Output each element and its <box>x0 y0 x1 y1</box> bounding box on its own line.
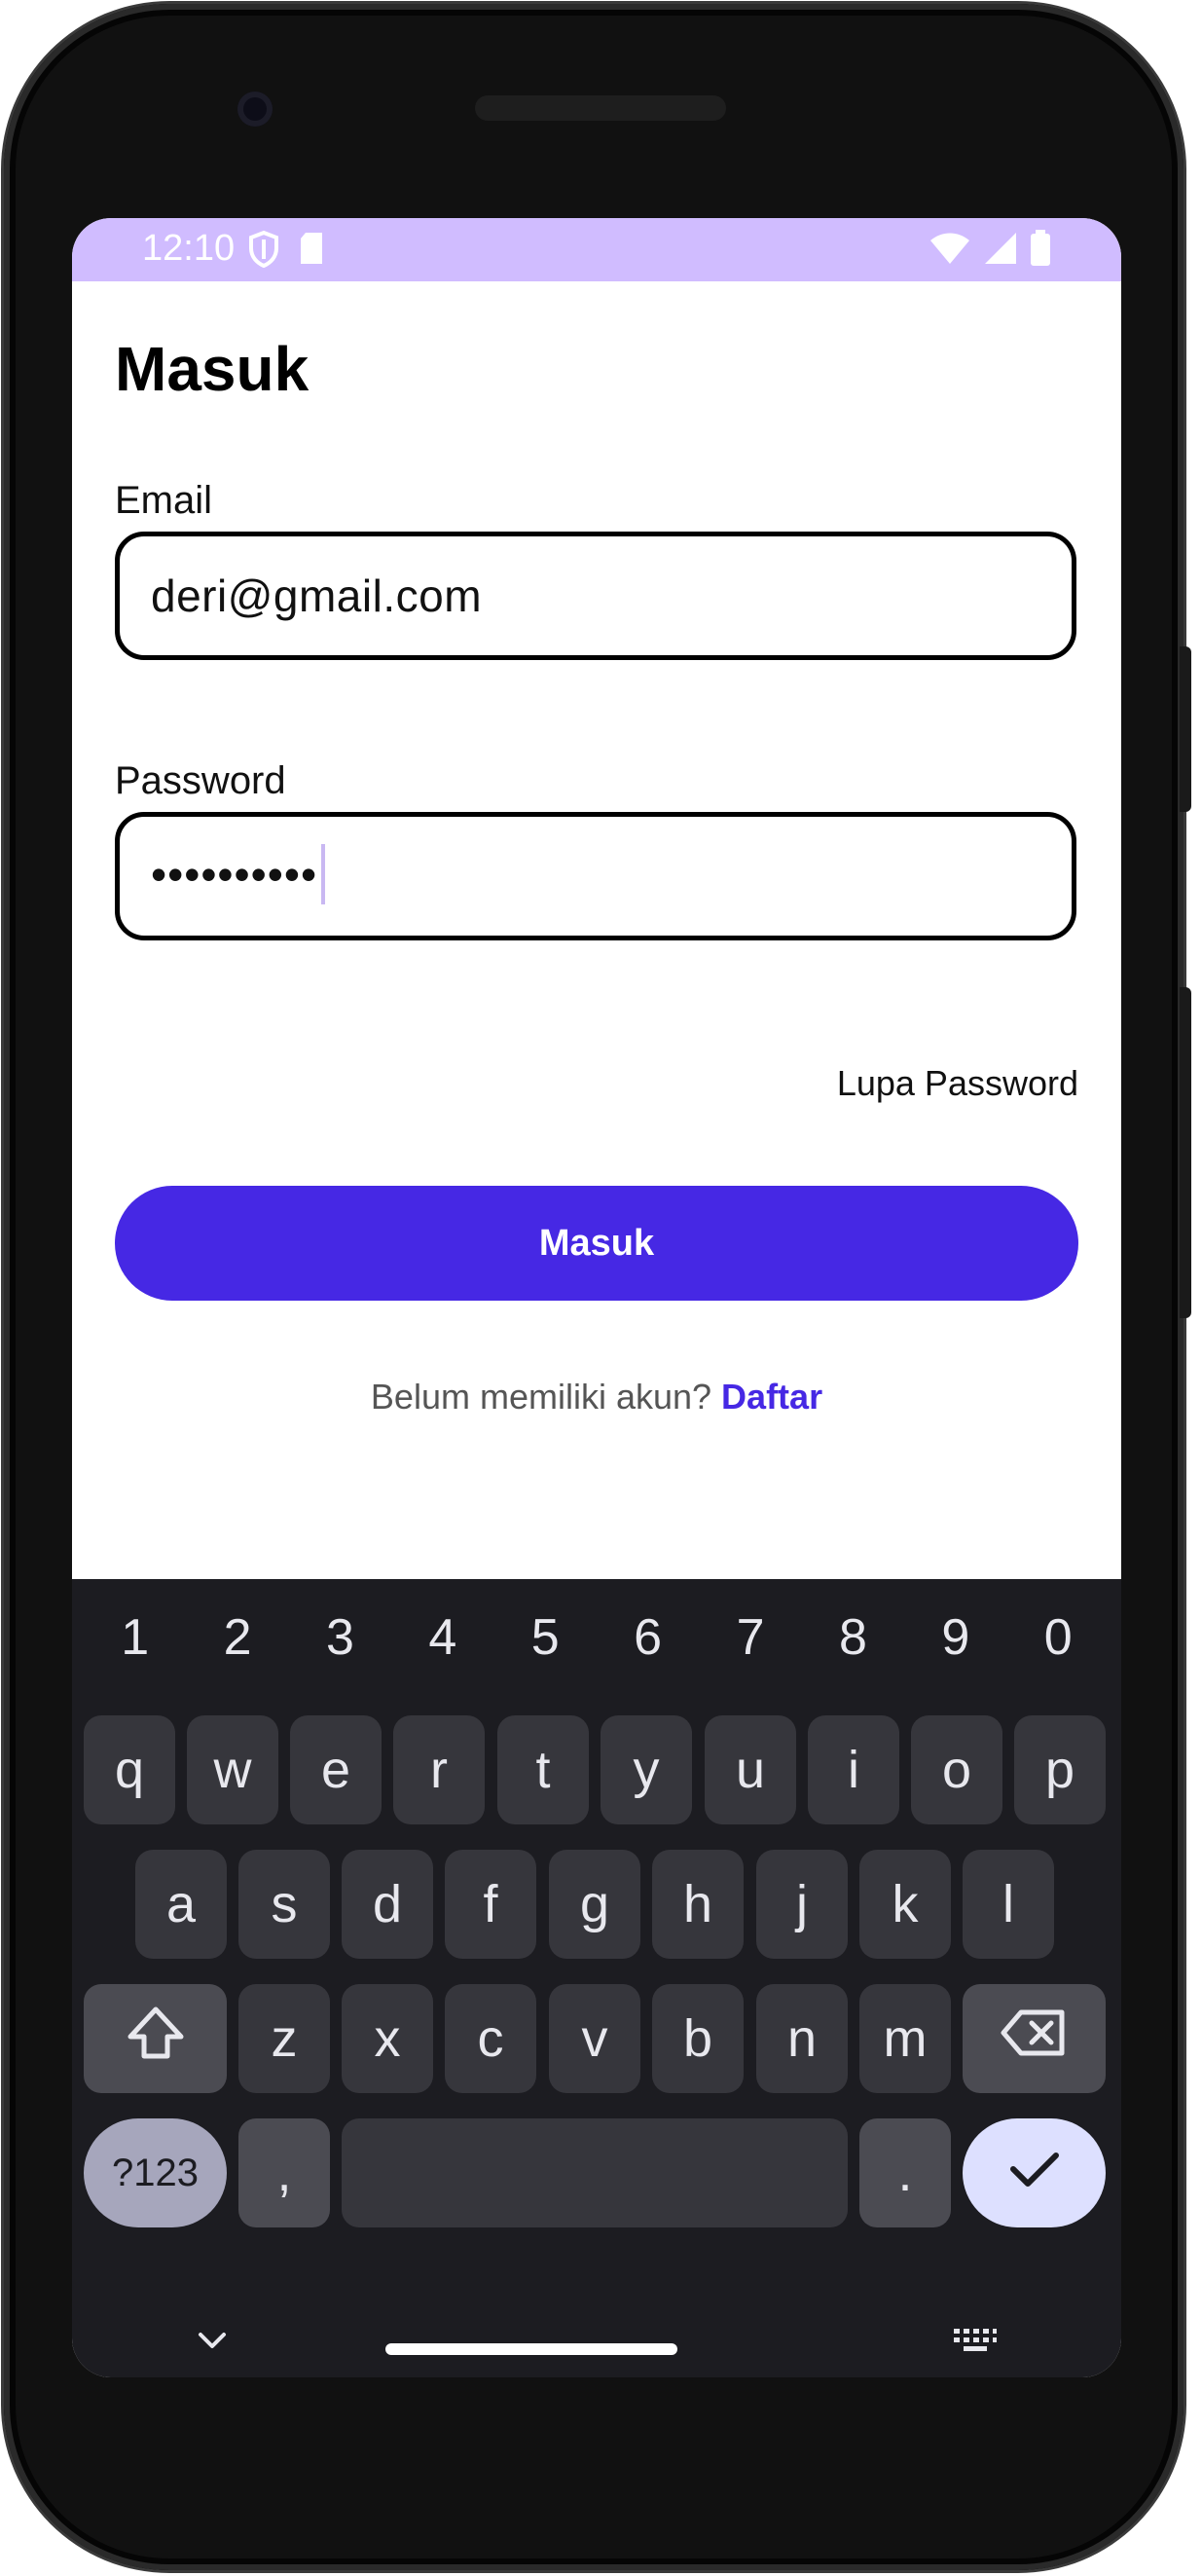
key-5[interactable]: 5 <box>501 1608 589 1667</box>
key-e[interactable]: e <box>290 1715 382 1824</box>
key-0[interactable]: 0 <box>1014 1608 1102 1667</box>
volume-button <box>1180 987 1191 1318</box>
key-3[interactable]: 3 <box>296 1608 383 1667</box>
shift-key[interactable] <box>84 1984 227 2093</box>
password-label: Password <box>115 759 286 802</box>
key-2[interactable]: 2 <box>194 1608 281 1667</box>
key-y[interactable]: y <box>601 1715 692 1824</box>
text-cursor <box>321 844 326 904</box>
key-a[interactable]: a <box>135 1850 227 1959</box>
earpiece-speaker <box>475 95 726 121</box>
sd-card-icon <box>298 230 325 274</box>
power-button <box>1180 646 1191 812</box>
key-i[interactable]: i <box>808 1715 899 1824</box>
key-4[interactable]: 4 <box>399 1608 487 1667</box>
key-l[interactable]: l <box>963 1850 1054 1959</box>
space-key[interactable] <box>342 2118 848 2227</box>
register-prompt-text: Belum memiliki akun? <box>370 1377 712 1417</box>
status-time: 12:10 <box>142 228 236 269</box>
key-w[interactable]: w <box>187 1715 278 1824</box>
battery-icon <box>1030 230 1051 272</box>
key-t[interactable]: t <box>497 1715 589 1824</box>
key-c[interactable]: c <box>445 1984 536 2093</box>
shift-icon <box>125 2004 187 2075</box>
key-8[interactable]: 8 <box>809 1608 896 1667</box>
password-field[interactable]: •••••••••• <box>115 812 1076 940</box>
email-field[interactable]: deri@gmail.com <box>115 532 1076 660</box>
screen: 12:10 Masuk Email deri@gmail.com Passwor… <box>72 218 1121 2377</box>
backspace-icon <box>1000 2006 1070 2072</box>
key-m[interactable]: m <box>859 1984 951 2093</box>
key-u[interactable]: u <box>705 1715 796 1824</box>
key-f[interactable]: f <box>445 1850 536 1959</box>
register-link[interactable]: Daftar <box>721 1377 822 1417</box>
symbols-key[interactable]: ?123 <box>84 2118 227 2227</box>
signal-icon <box>983 231 1018 271</box>
key-v[interactable]: v <box>549 1984 640 2093</box>
chevron-down-icon <box>195 2333 230 2354</box>
check-icon <box>1007 2143 1062 2203</box>
key-g[interactable]: g <box>549 1850 640 1959</box>
wifi-icon <box>929 231 971 271</box>
key-9[interactable]: 9 <box>912 1608 1000 1667</box>
key-d[interactable]: d <box>342 1850 433 1959</box>
keyboard-icon <box>952 2329 999 2360</box>
key-q[interactable]: q <box>84 1715 175 1824</box>
key-x[interactable]: x <box>342 1984 433 2093</box>
key-z[interactable]: z <box>238 1984 330 2093</box>
shield-icon <box>247 230 280 274</box>
phone-frame: 12:10 Masuk Email deri@gmail.com Passwor… <box>4 4 1191 2570</box>
number-row: 1 2 3 4 5 6 7 8 9 0 <box>72 1608 1121 1667</box>
hide-keyboard-button[interactable] <box>195 2329 230 2355</box>
page-title: Masuk <box>115 334 310 404</box>
key-o[interactable]: o <box>911 1715 1002 1824</box>
email-value: deri@gmail.com <box>151 570 483 621</box>
password-value: •••••••••• <box>151 844 326 904</box>
key-h[interactable]: h <box>652 1850 744 1959</box>
forgot-password-link[interactable]: Lupa Password <box>837 1063 1078 1104</box>
key-k[interactable]: k <box>859 1850 951 1959</box>
front-camera <box>237 92 273 127</box>
comma-key[interactable]: , <box>238 2118 330 2227</box>
key-6[interactable]: 6 <box>604 1608 692 1667</box>
home-indicator[interactable] <box>385 2342 677 2360</box>
soft-keyboard: 1 2 3 4 5 6 7 8 9 0 q w e r t y u i o p <box>72 1579 1121 2377</box>
key-s[interactable]: s <box>238 1850 330 1959</box>
key-7[interactable]: 7 <box>707 1608 794 1667</box>
enter-key[interactable] <box>963 2118 1106 2227</box>
key-r[interactable]: r <box>393 1715 485 1824</box>
email-label: Email <box>115 479 213 522</box>
backspace-key[interactable] <box>963 1984 1106 2093</box>
key-n[interactable]: n <box>756 1984 848 2093</box>
key-1[interactable]: 1 <box>91 1608 179 1667</box>
period-key[interactable]: . <box>859 2118 951 2227</box>
key-p[interactable]: p <box>1014 1715 1106 1824</box>
password-mask: •••••••••• <box>151 849 318 900</box>
status-bar: 12:10 <box>72 218 1121 281</box>
key-b[interactable]: b <box>652 1984 744 2093</box>
switch-keyboard-button[interactable] <box>952 2327 999 2361</box>
key-j[interactable]: j <box>756 1850 848 1959</box>
register-prompt: Belum memiliki akun? Daftar <box>72 1377 1121 1417</box>
login-button[interactable]: Masuk <box>115 1186 1078 1301</box>
